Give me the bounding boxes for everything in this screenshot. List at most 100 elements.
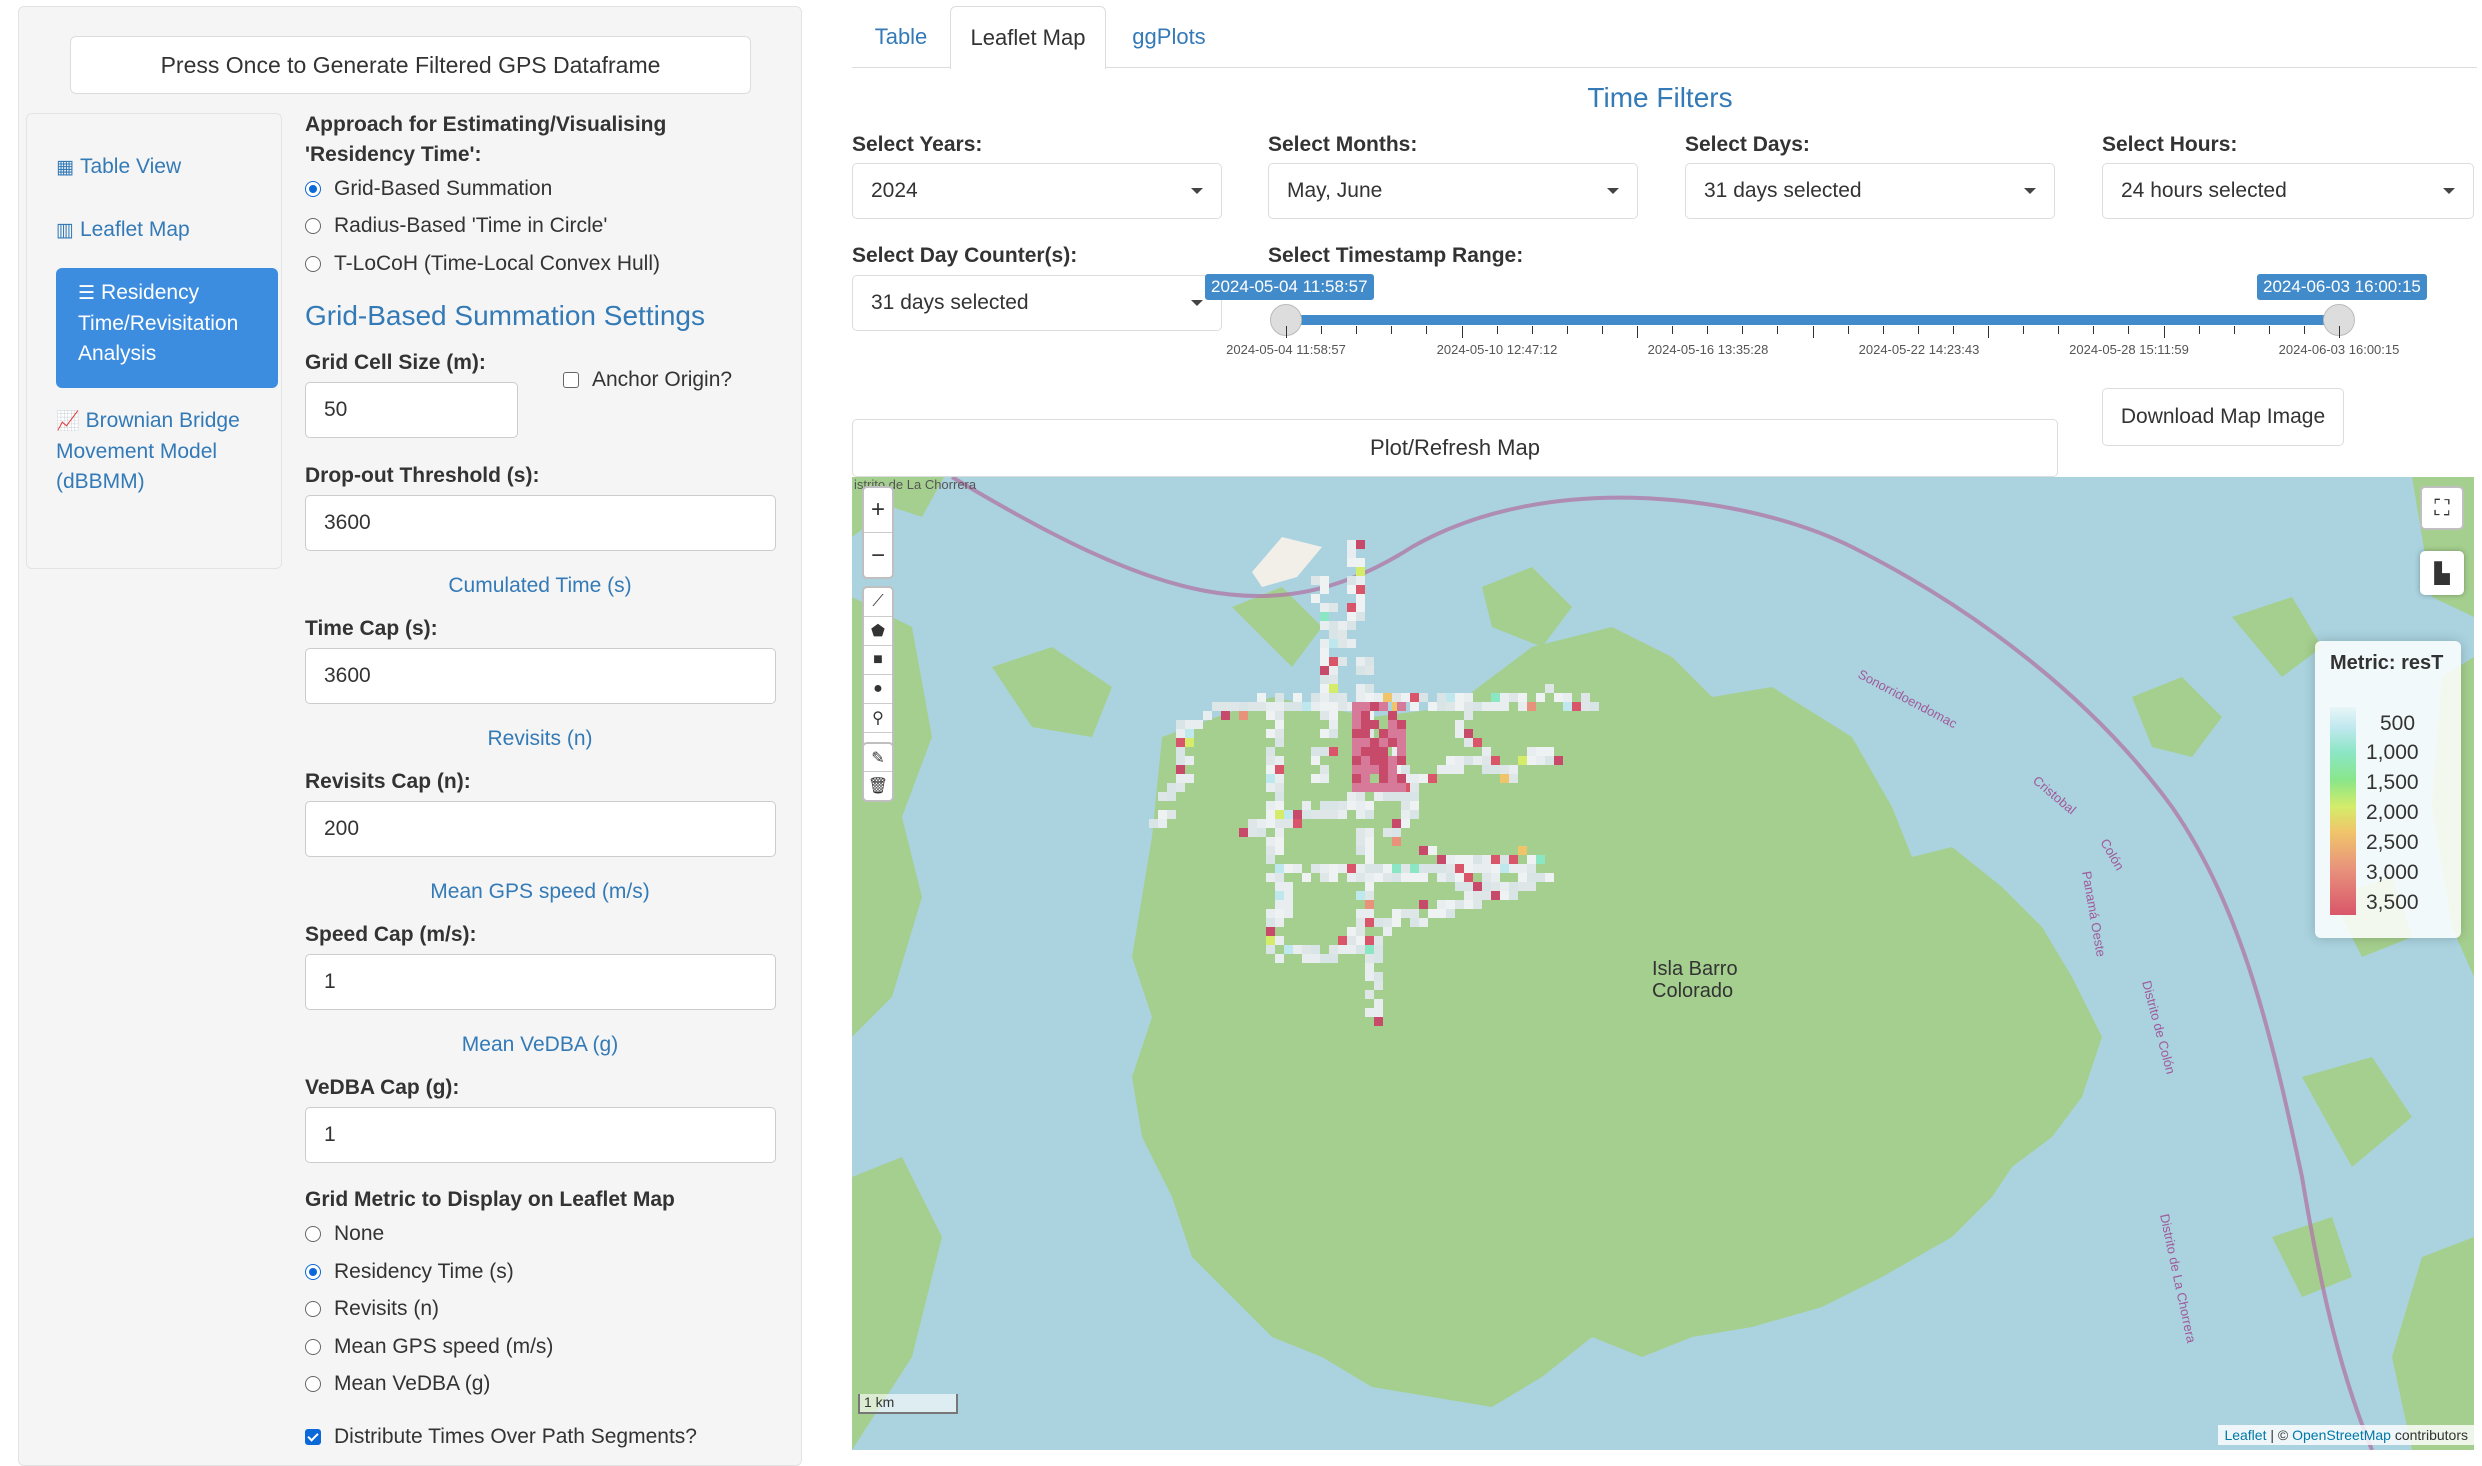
- zoom-in-button[interactable]: +: [864, 488, 892, 533]
- grid-cell: [1374, 918, 1383, 927]
- tab-leaflet-map[interactable]: Leaflet Map: [950, 6, 1106, 69]
- approach-option-grid[interactable]: Grid-Based Summation: [305, 177, 552, 201]
- tab-table[interactable]: Table: [852, 6, 950, 68]
- day-counter-select[interactable]: 31 days selected: [852, 275, 1222, 331]
- radio-selected[interactable]: [305, 181, 321, 197]
- leaflet-link[interactable]: Leaflet: [2224, 1427, 2266, 1443]
- radio[interactable]: [305, 256, 321, 272]
- cell-size-label: Grid Cell Size (m):: [305, 351, 486, 374]
- grid-cell: [1563, 702, 1572, 711]
- nav-item-leaflet-map[interactable]: ▥ Leaflet Map: [56, 215, 278, 246]
- grid-cell: [1392, 837, 1401, 846]
- checkbox-checked[interactable]: [305, 1429, 321, 1445]
- grid-cell: [1428, 909, 1437, 918]
- option-label: None: [334, 1222, 385, 1245]
- grid-cell: [1302, 945, 1311, 954]
- grid-cell: [1176, 765, 1185, 774]
- cell-size-input[interactable]: 50: [305, 382, 518, 438]
- grid-cell: [1419, 846, 1428, 855]
- draw-polygon-icon[interactable]: ⬟: [864, 617, 892, 646]
- leaflet-map[interactable]: Isla Barro Colorado istrito de La Chorre…: [852, 477, 2474, 1450]
- tab-ggplots[interactable]: ggPlots: [1106, 6, 1232, 68]
- edit-layers-icon[interactable]: ✎: [864, 744, 892, 772]
- grid-cell: [1428, 846, 1437, 855]
- grid-cell: [1482, 891, 1491, 900]
- grid-cell: [1455, 855, 1464, 864]
- grid-cell: [1482, 702, 1491, 711]
- measure-icon[interactable]: ▙: [2420, 551, 2464, 595]
- grid-cell: [1401, 873, 1410, 882]
- distribute-times-checkbox[interactable]: Distribute Times Over Path Segments?: [305, 1425, 697, 1449]
- approach-option-tlocoh[interactable]: T-LoCoH (Time-Local Convex Hull): [305, 252, 660, 276]
- speed-cap-input[interactable]: 1: [305, 954, 776, 1010]
- nav-item-table-view[interactable]: ▦ Table View: [56, 152, 278, 183]
- attribution-tail: contributors: [2390, 1427, 2468, 1443]
- slider-tick: [2303, 326, 2305, 334]
- road-label: Sonorridoendomac: [1856, 666, 1960, 731]
- radio-selected[interactable]: [305, 1264, 321, 1280]
- grid-cell: [1518, 873, 1527, 882]
- grid-cell: [1356, 576, 1365, 585]
- hours-select[interactable]: 24 hours selected: [2102, 163, 2474, 219]
- revisits-cap-input[interactable]: 200: [305, 801, 776, 857]
- grid-cell: [1320, 684, 1329, 693]
- grid-cell: [1388, 738, 1397, 747]
- draw-rectangle-icon[interactable]: ■: [864, 646, 892, 675]
- grid-cell: [1293, 810, 1302, 819]
- radio[interactable]: [305, 1339, 321, 1355]
- timestamp-slider-track[interactable]: [1280, 315, 2342, 325]
- radio[interactable]: [305, 1376, 321, 1392]
- zoom-out-button[interactable]: −: [864, 533, 892, 578]
- metric-option-residency[interactable]: Residency Time (s): [305, 1260, 514, 1284]
- grid-cell: [1446, 693, 1455, 702]
- metric-option-none[interactable]: None: [305, 1222, 384, 1246]
- metric-option-vedba[interactable]: Mean VeDBA (g): [305, 1372, 490, 1396]
- grid-cell: [1275, 846, 1284, 855]
- plot-refresh-map-button[interactable]: Plot/Refresh Map: [852, 419, 2058, 477]
- grid-cell: [1352, 765, 1361, 774]
- grid-cell: [1410, 702, 1419, 711]
- delete-layers-icon[interactable]: 🗑: [864, 772, 892, 800]
- vedba-cap-input[interactable]: 1: [305, 1107, 776, 1163]
- grid-cell: [1284, 945, 1293, 954]
- days-select[interactable]: 31 days selected: [1685, 163, 2055, 219]
- metric-option-revisits[interactable]: Revisits (n): [305, 1297, 439, 1321]
- download-map-image-button[interactable]: Download Map Image: [2102, 388, 2344, 446]
- grid-cell: [1266, 855, 1275, 864]
- grid-cell: [1275, 729, 1284, 738]
- nav-item-dbbmm[interactable]: 📈 Brownian Bridge Movement Model (dBBMM): [56, 406, 278, 497]
- legend-title: Metric: resT: [2330, 652, 2444, 674]
- grid-cell: [1266, 918, 1275, 927]
- radio[interactable]: [305, 1301, 321, 1317]
- fullscreen-icon[interactable]: ⛶: [2420, 486, 2464, 530]
- grid-cell: [1356, 864, 1365, 873]
- grid-cell: [1482, 747, 1491, 756]
- grid-cell: [1275, 918, 1284, 927]
- approach-option-radius[interactable]: Radius-Based 'Time in Circle': [305, 214, 607, 238]
- grid-cell: [1275, 693, 1284, 702]
- draw-polyline-icon[interactable]: ⟋: [864, 588, 892, 617]
- months-select[interactable]: May, June: [1268, 163, 1638, 219]
- anchor-origin-checkbox[interactable]: Anchor Origin?: [563, 368, 732, 392]
- radio[interactable]: [305, 1226, 321, 1242]
- grid-cell: [1167, 810, 1176, 819]
- years-select[interactable]: 2024: [852, 163, 1222, 219]
- draw-marker-icon[interactable]: ⚲: [864, 704, 892, 733]
- grid-cell: [1329, 873, 1338, 882]
- checkbox[interactable]: [563, 372, 579, 388]
- grid-cell: [1356, 837, 1365, 846]
- generate-dataframe-button[interactable]: Press Once to Generate Filtered GPS Data…: [70, 36, 751, 94]
- grid-cell: [1212, 702, 1221, 711]
- dropout-input[interactable]: 3600: [305, 495, 776, 551]
- radio[interactable]: [305, 218, 321, 234]
- grid-cell: [1545, 684, 1554, 693]
- metric-option-speed[interactable]: Mean GPS speed (m/s): [305, 1335, 553, 1359]
- draw-circle-icon[interactable]: ●: [864, 675, 892, 704]
- grid-cell: [1266, 873, 1275, 882]
- osm-link[interactable]: OpenStreetMap: [2292, 1427, 2391, 1443]
- time-cap-input[interactable]: 3600: [305, 648, 776, 704]
- analysis-nav: ▦ Table View ▥ Leaflet Map ☰ Residency Time…: [26, 113, 282, 569]
- grid-cell: [1311, 810, 1320, 819]
- grid-cell: [1392, 909, 1401, 918]
- nav-item-residency[interactable]: ☰ Residency Time/Revisitation Analysis: [56, 268, 278, 388]
